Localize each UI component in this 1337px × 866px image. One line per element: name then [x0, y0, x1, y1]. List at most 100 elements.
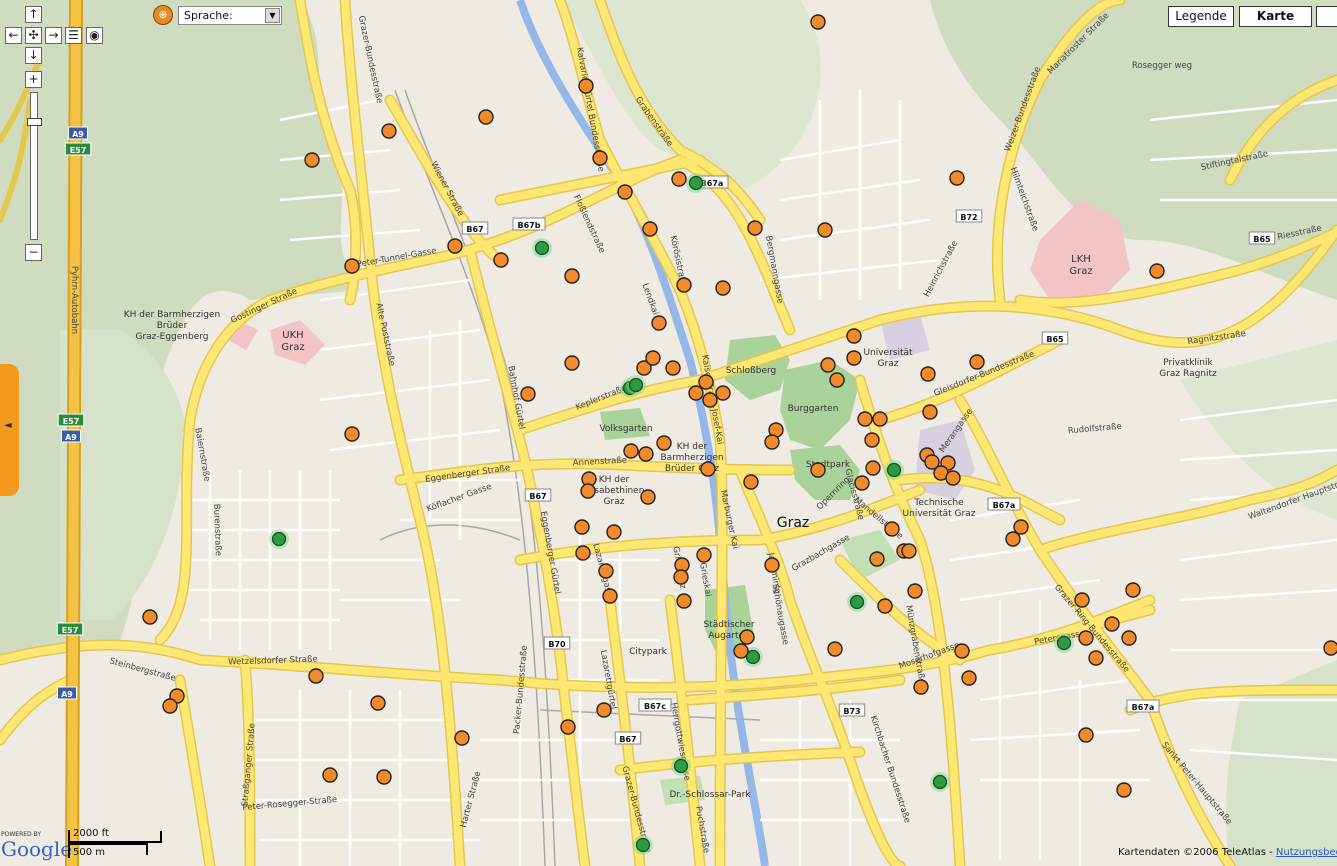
orange-marker[interactable]	[920, 366, 936, 382]
orange-marker[interactable]	[376, 769, 392, 785]
orange-marker[interactable]	[688, 385, 704, 401]
orange-marker[interactable]	[961, 670, 977, 686]
orange-marker[interactable]	[739, 629, 755, 645]
orange-marker[interactable]	[673, 569, 689, 585]
green-marker[interactable]	[849, 594, 865, 610]
orange-marker[interactable]	[322, 767, 338, 783]
orange-marker[interactable]	[907, 583, 923, 599]
orange-marker[interactable]	[574, 519, 590, 535]
orange-marker[interactable]	[304, 152, 320, 168]
zoom-in-button[interactable]: +	[25, 71, 42, 88]
map-type-button[interactable]: Karte	[1239, 6, 1312, 27]
orange-marker[interactable]	[1323, 640, 1337, 656]
orange-marker[interactable]	[949, 170, 965, 186]
orange-marker[interactable]	[308, 668, 324, 684]
orange-marker[interactable]	[945, 470, 961, 486]
orange-marker[interactable]	[857, 411, 873, 427]
orange-marker[interactable]	[1104, 616, 1120, 632]
orange-marker[interactable]	[640, 489, 656, 505]
orange-marker[interactable]	[575, 545, 591, 561]
green-marker[interactable]	[534, 240, 550, 256]
orange-marker[interactable]	[954, 643, 970, 659]
orange-marker[interactable]	[872, 411, 888, 427]
orange-marker[interactable]	[580, 483, 596, 499]
target-icon[interactable]: ◉	[86, 27, 103, 44]
orange-marker[interactable]	[854, 475, 870, 491]
orange-marker[interactable]	[520, 386, 536, 402]
orange-marker[interactable]	[820, 357, 836, 373]
orange-marker[interactable]	[665, 360, 681, 376]
green-marker[interactable]	[628, 377, 644, 393]
orange-marker[interactable]	[877, 598, 893, 614]
map-type-button-next[interactable]	[1316, 6, 1337, 27]
orange-marker[interactable]	[564, 268, 580, 284]
orange-marker[interactable]	[1149, 263, 1165, 279]
orange-marker[interactable]	[1005, 531, 1021, 547]
orange-marker[interactable]	[1088, 650, 1104, 666]
pan-right-button[interactable]: →	[45, 27, 62, 44]
zoom-out-button[interactable]: −	[25, 244, 42, 261]
orange-marker[interactable]	[493, 252, 509, 268]
orange-marker[interactable]	[142, 609, 158, 625]
pan-left-button[interactable]: ←	[5, 27, 22, 44]
orange-marker[interactable]	[864, 432, 880, 448]
orange-marker[interactable]	[846, 350, 862, 366]
orange-marker[interactable]	[651, 315, 667, 331]
terms-link[interactable]: Nutzungsbed	[1276, 847, 1337, 858]
orange-marker[interactable]	[764, 434, 780, 450]
orange-marker[interactable]	[344, 426, 360, 442]
chevron-down-icon[interactable]: ▼	[265, 8, 280, 23]
side-panel-tab[interactable]: ◄	[0, 364, 19, 496]
pan-down-button[interactable]: ↓	[25, 47, 42, 64]
orange-marker[interactable]	[764, 557, 780, 573]
orange-marker[interactable]	[747, 220, 763, 236]
orange-marker[interactable]	[1116, 782, 1132, 798]
list-icon[interactable]: ☰	[65, 27, 82, 44]
green-marker[interactable]	[1056, 635, 1072, 651]
orange-marker[interactable]	[1078, 630, 1094, 646]
orange-marker[interactable]	[162, 698, 178, 714]
orange-marker[interactable]	[623, 443, 639, 459]
orange-marker[interactable]	[381, 123, 397, 139]
orange-marker[interactable]	[454, 730, 470, 746]
orange-marker[interactable]	[598, 563, 614, 579]
orange-marker[interactable]	[370, 695, 386, 711]
green-marker[interactable]	[932, 774, 948, 790]
language-select[interactable]: Sprache: ▼	[178, 6, 282, 25]
orange-marker[interactable]	[671, 171, 687, 187]
orange-marker[interactable]	[702, 392, 718, 408]
orange-marker[interactable]	[1121, 630, 1137, 646]
orange-marker[interactable]	[817, 222, 833, 238]
orange-marker[interactable]	[606, 524, 622, 540]
orange-marker[interactable]	[596, 702, 612, 718]
orange-marker[interactable]	[560, 719, 576, 735]
orange-marker[interactable]	[715, 280, 731, 296]
orange-marker[interactable]	[698, 374, 714, 390]
orange-marker[interactable]	[642, 221, 658, 237]
orange-marker[interactable]	[478, 109, 494, 125]
orange-marker[interactable]	[700, 461, 716, 477]
orange-marker[interactable]	[884, 521, 900, 537]
orange-marker[interactable]	[829, 372, 845, 388]
orange-marker[interactable]	[696, 547, 712, 563]
zoom-slider-handle[interactable]	[27, 118, 42, 126]
orange-marker[interactable]	[743, 474, 759, 490]
pan-center-button[interactable]: ✣	[25, 27, 42, 44]
orange-marker[interactable]	[676, 277, 692, 293]
orange-marker[interactable]	[1013, 519, 1029, 535]
orange-marker[interactable]	[602, 588, 618, 604]
orange-marker[interactable]	[922, 404, 938, 420]
orange-marker[interactable]	[676, 593, 692, 609]
orange-marker[interactable]	[810, 462, 826, 478]
orange-marker[interactable]	[1074, 592, 1090, 608]
orange-marker[interactable]	[564, 355, 580, 371]
orange-marker[interactable]	[578, 78, 594, 94]
green-marker[interactable]	[886, 462, 902, 478]
orange-marker[interactable]	[656, 435, 672, 451]
orange-marker[interactable]	[810, 14, 826, 30]
orange-marker[interactable]	[901, 543, 917, 559]
green-marker[interactable]	[271, 531, 287, 547]
orange-marker[interactable]	[733, 643, 749, 659]
orange-marker[interactable]	[638, 446, 654, 462]
orange-marker[interactable]	[969, 354, 985, 370]
